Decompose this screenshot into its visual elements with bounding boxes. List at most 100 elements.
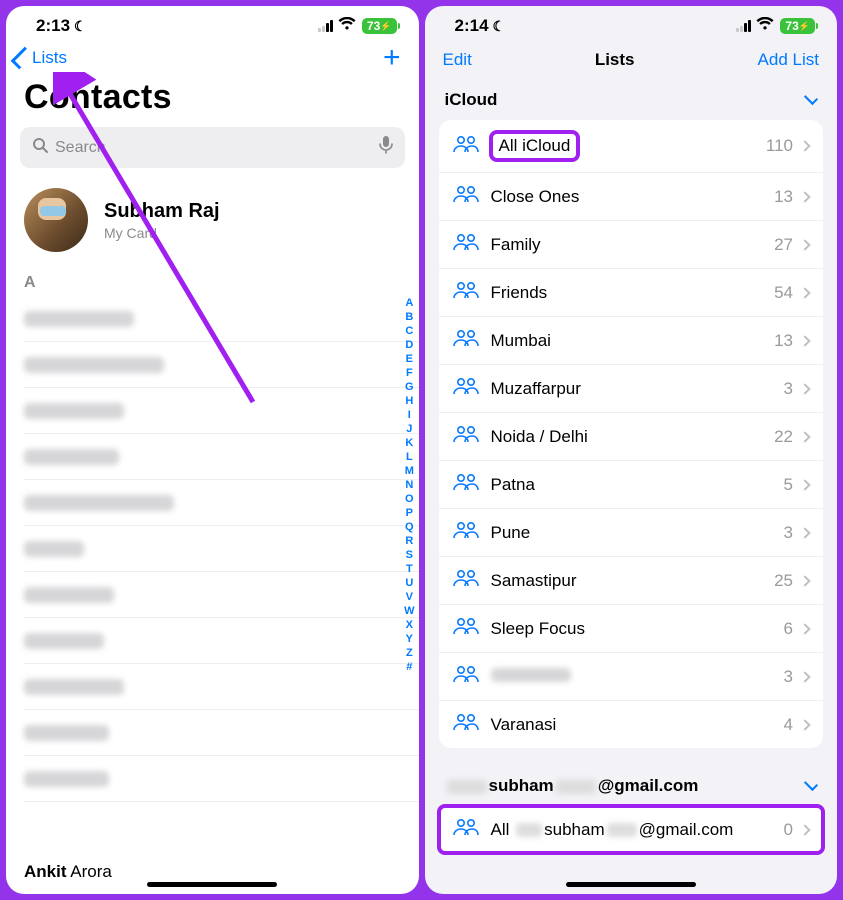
- chevron-down-icon: [804, 91, 818, 105]
- list-row[interactable]: Friends54: [439, 269, 824, 317]
- alpha-index[interactable]: ABCDEFGHIJKLMNOPQRSTUVWXYZ#: [404, 296, 414, 674]
- add-button[interactable]: +: [383, 48, 401, 68]
- battery-icon: 73⚡: [780, 18, 815, 34]
- chevron-right-icon: [799, 431, 810, 442]
- group-icon: [453, 569, 479, 592]
- chevron-right-icon: [799, 140, 810, 151]
- cellular-icon: [736, 20, 750, 32]
- list-row[interactable]: All iCloud 110: [439, 120, 824, 173]
- list-row[interactable]: Samastipur25: [439, 557, 824, 605]
- moon-icon: ☾: [74, 18, 87, 34]
- row-count: 4: [784, 715, 793, 735]
- list-row[interactable]: Close Ones13: [439, 173, 824, 221]
- row-count: 13: [774, 331, 793, 351]
- row-count: 27: [774, 235, 793, 255]
- gmail-list: All subham@gmail.com 0: [439, 806, 824, 853]
- section-header-icloud[interactable]: iCloud: [425, 80, 838, 120]
- chevron-right-icon: [799, 335, 810, 346]
- group-icon: [453, 281, 479, 304]
- list-row-all-gmail[interactable]: All subham@gmail.com 0: [439, 806, 824, 853]
- row-count: 22: [774, 427, 793, 447]
- nav-bar: Lists +: [6, 40, 419, 74]
- nav-bar: Edit Lists Add List: [425, 40, 838, 80]
- row-label: Family: [491, 235, 775, 255]
- home-indicator: [566, 882, 696, 887]
- row-count: 3: [784, 667, 793, 687]
- group-icon: [453, 665, 479, 688]
- row-count: 110: [766, 136, 793, 156]
- chevron-left-icon: [11, 47, 34, 70]
- row-label: Friends: [491, 283, 775, 303]
- chevron-right-icon: [799, 239, 810, 250]
- status-icons: 73⚡: [318, 17, 397, 35]
- row-count: 3: [784, 523, 793, 543]
- wifi-icon: [756, 17, 774, 35]
- list-row[interactable]: Noida / Delhi22: [439, 413, 824, 461]
- chevron-right-icon: [799, 287, 810, 298]
- status-icons: 73⚡: [736, 17, 815, 35]
- search-icon: [32, 137, 48, 158]
- group-icon: [453, 135, 479, 158]
- group-icon: [453, 377, 479, 400]
- section-header-a: A: [6, 270, 419, 296]
- row-label: Mumbai: [491, 331, 775, 351]
- list-row[interactable]: Varanasi4: [439, 701, 824, 748]
- group-icon: [453, 425, 479, 448]
- row-label: Samastipur: [491, 571, 775, 591]
- row-label: Close Ones: [491, 187, 775, 207]
- chevron-right-icon: [799, 671, 810, 682]
- row-count: 13: [774, 187, 793, 207]
- chevron-right-icon: [799, 719, 810, 730]
- contacts-list[interactable]: ABCDEFGHIJKLMNOPQRSTUVWXYZ#: [6, 296, 419, 850]
- edit-button[interactable]: Edit: [443, 50, 472, 70]
- list-row[interactable]: Muzaffarpur3: [439, 365, 824, 413]
- lists-screen: 2:14☾ 73⚡ Edit Lists Add List iCloud All…: [425, 6, 838, 894]
- search-placeholder: Search: [55, 139, 106, 157]
- chevron-right-icon: [799, 623, 810, 634]
- status-bar: 2:13☾ 73⚡: [6, 6, 419, 40]
- list-row[interactable]: Family27: [439, 221, 824, 269]
- row-count: 0: [784, 820, 793, 840]
- chevron-right-icon: [799, 824, 810, 835]
- row-label: All subham@gmail.com: [491, 820, 784, 840]
- group-icon: [453, 818, 479, 841]
- row-label: Noida / Delhi: [491, 427, 775, 447]
- avatar: [24, 188, 88, 252]
- group-icon: [453, 329, 479, 352]
- row-label: Varanasi: [491, 715, 784, 735]
- page-title: Contacts: [6, 74, 419, 127]
- contact-row[interactable]: Ankit Arora: [6, 850, 419, 894]
- group-icon: [453, 713, 479, 736]
- list-row[interactable]: Pune3: [439, 509, 824, 557]
- row-label: Muzaffarpur: [491, 379, 784, 399]
- contacts-screen: 2:13☾ 73⚡ Lists + Contacts Search Subham…: [6, 6, 419, 894]
- list-row[interactable]: Mumbai13: [439, 317, 824, 365]
- section-header-gmail[interactable]: subham@gmail.com: [425, 766, 838, 806]
- wifi-icon: [338, 17, 356, 35]
- nav-title: Lists: [595, 50, 635, 70]
- list-row[interactable]: Patna5: [439, 461, 824, 509]
- battery-icon: 73⚡: [362, 18, 397, 34]
- icloud-list: All iCloud110Close Ones13Family27Friends…: [439, 120, 824, 748]
- row-count: 6: [784, 619, 793, 639]
- mycard-sub: My Card: [104, 225, 220, 241]
- group-icon: [453, 233, 479, 256]
- group-icon: [453, 617, 479, 640]
- chevron-right-icon: [799, 479, 810, 490]
- list-row[interactable]: Sleep Focus6: [439, 605, 824, 653]
- mycard-name: Subham Raj: [104, 200, 220, 223]
- list-row[interactable]: 3: [439, 653, 824, 701]
- back-button[interactable]: Lists: [16, 48, 67, 68]
- row-label: All iCloud: [491, 132, 579, 160]
- chevron-right-icon: [799, 527, 810, 538]
- my-card[interactable]: Subham Raj My Card: [6, 182, 419, 270]
- chevron-right-icon: [799, 575, 810, 586]
- chevron-right-icon: [799, 191, 810, 202]
- search-input[interactable]: Search: [20, 127, 405, 168]
- mic-icon[interactable]: [379, 136, 393, 159]
- chevron-down-icon: [804, 777, 818, 791]
- home-indicator: [147, 882, 277, 887]
- status-time: 2:14☾: [455, 16, 506, 36]
- moon-icon: ☾: [493, 18, 506, 34]
- add-list-button[interactable]: Add List: [758, 50, 819, 70]
